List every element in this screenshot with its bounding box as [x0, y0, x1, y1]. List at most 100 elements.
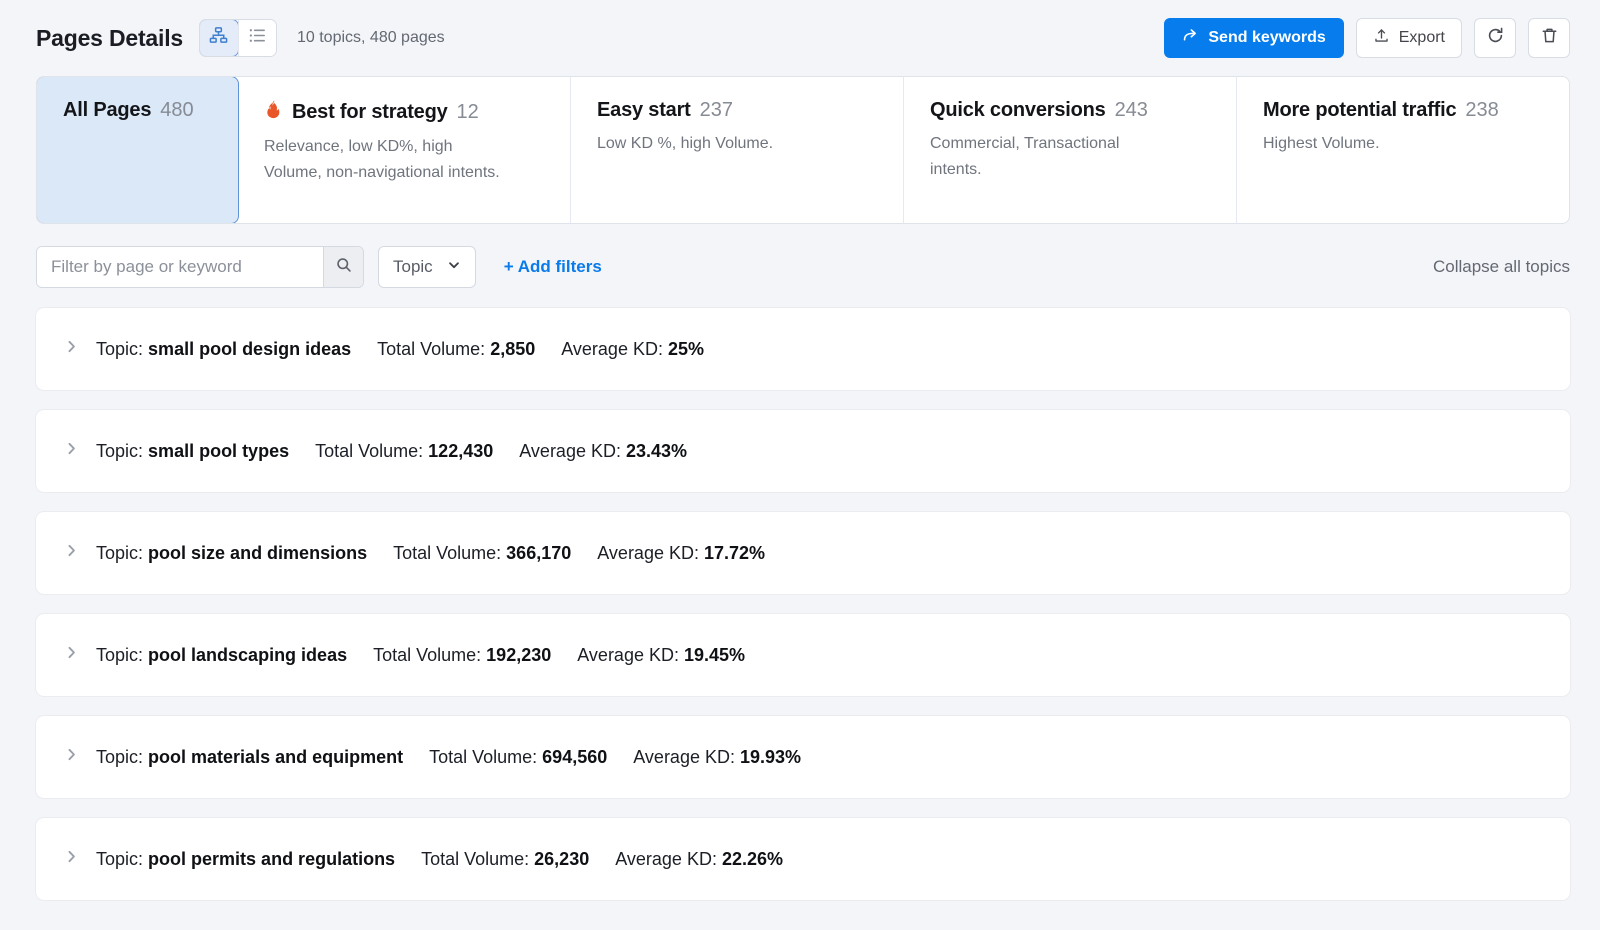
average-kd-value: 19.45% — [684, 644, 746, 665]
table-row[interactable]: Topic: pool landscaping ideas Total Volu… — [36, 614, 1570, 696]
sitemap-icon — [209, 26, 228, 50]
chevron-right-icon — [64, 849, 79, 869]
average-kd-prefix-label: Average KD: — [633, 746, 735, 767]
topic-summary: Topic: small pool design ideas Total Vol… — [96, 339, 704, 360]
topic-prefix-label: Topic: — [96, 338, 144, 359]
topic-name-value: pool landscaping ideas — [148, 644, 348, 665]
topic-name-value: pool size and dimensions — [148, 542, 368, 563]
average-kd-value: 17.72% — [704, 542, 766, 563]
topic-name-segment: Topic: small pool design ideas — [96, 339, 351, 360]
topic-filter-select[interactable]: Topic — [378, 246, 476, 288]
topic-summary: Topic: pool landscaping ideas Total Volu… — [96, 645, 745, 666]
expand-toggle[interactable] — [58, 543, 84, 563]
topic-prefix-label: Topic: — [96, 644, 144, 665]
average-kd-segment: Average KD: 19.93% — [633, 747, 801, 768]
expand-toggle[interactable] — [58, 645, 84, 665]
average-kd-value: 19.93% — [740, 746, 802, 767]
average-kd-segment: Average KD: 19.45% — [577, 645, 745, 666]
topic-prefix-label: Topic: — [96, 746, 144, 767]
tab-easy-start-head: Easy start 237 — [597, 99, 877, 122]
tab-all-pages-count: 480 — [160, 99, 194, 121]
total-volume-segment: Total Volume: 192,230 — [373, 645, 551, 666]
average-kd-segment: Average KD: 23.43% — [519, 441, 687, 462]
chevron-right-icon — [64, 543, 79, 563]
tab-best-for-strategy-head: Best for strategy 12 — [264, 99, 544, 125]
tab-more-potential-traffic-desc: Highest Volume. — [1263, 135, 1380, 152]
search-box — [36, 246, 364, 288]
upload-icon — [1373, 27, 1390, 49]
average-kd-value: 25% — [667, 338, 705, 359]
average-kd-prefix-label: Average KD: — [615, 848, 717, 869]
total-volume-value: 694,560 — [542, 746, 608, 767]
topic-name-value: small pool types — [148, 440, 290, 461]
topic-list: Topic: small pool design ideas Total Vol… — [36, 308, 1570, 900]
flame-icon — [264, 99, 283, 125]
tab-best-for-strategy-count: 12 — [456, 100, 479, 123]
tab-more-potential-traffic-count: 238 — [1465, 99, 1499, 121]
topic-name-value: small pool design ideas — [148, 338, 352, 359]
average-kd-segment: Average KD: 22.26% — [615, 849, 783, 870]
expand-toggle[interactable] — [58, 747, 84, 767]
tab-quick-conversions-head: Quick conversions 243 — [930, 99, 1210, 122]
topic-prefix-label: Topic: — [96, 440, 144, 461]
tab-more-potential-traffic[interactable]: More potential traffic 238 Highest Volum… — [1237, 77, 1569, 223]
table-row[interactable]: Topic: small pool types Total Volume: 12… — [36, 410, 1570, 492]
page-header: Pages Details 10 topics, 480 pages Send … — [0, 0, 1600, 72]
topic-prefix-label: Topic: — [96, 542, 144, 563]
tab-easy-start-count: 237 — [699, 99, 733, 121]
send-keywords-button[interactable]: Send keywords — [1164, 18, 1344, 58]
export-label: Export — [1398, 29, 1445, 46]
tab-best-for-strategy[interactable]: Best for strategy 12 Relevance, low KD%,… — [238, 77, 571, 223]
chevron-right-icon — [64, 645, 79, 665]
topic-name-segment: Topic: pool size and dimensions — [96, 543, 367, 564]
delete-button[interactable] — [1528, 18, 1570, 58]
topic-summary: Topic: pool permits and regulations Tota… — [96, 849, 783, 870]
search-button[interactable] — [323, 247, 363, 287]
tab-more-potential-traffic-head: More potential traffic 238 — [1263, 99, 1543, 122]
total-volume-prefix-label: Total Volume: — [393, 542, 502, 563]
average-kd-value: 23.43% — [626, 440, 688, 461]
table-row[interactable]: Topic: pool permits and regulations Tota… — [36, 818, 1570, 900]
total-volume-prefix-label: Total Volume: — [421, 848, 530, 869]
total-volume-prefix-label: Total Volume: — [373, 644, 482, 665]
total-volume-segment: Total Volume: 694,560 — [429, 747, 607, 768]
total-volume-value: 26,230 — [534, 848, 590, 869]
average-kd-prefix-label: Average KD: — [597, 542, 699, 563]
total-volume-segment: Total Volume: 2,850 — [377, 339, 535, 360]
expand-toggle[interactable] — [58, 339, 84, 359]
total-volume-value: 192,230 — [486, 644, 552, 665]
table-row[interactable]: Topic: pool materials and equipment Tota… — [36, 716, 1570, 798]
tab-quick-conversions-desc: Commercial, Transactional intents. — [930, 135, 1120, 178]
table-row[interactable]: Topic: small pool design ideas Total Vol… — [36, 308, 1570, 390]
topic-summary: Topic: pool materials and equipment Tota… — [96, 747, 801, 768]
topic-name-segment: Topic: pool landscaping ideas — [96, 645, 347, 666]
expand-toggle[interactable] — [58, 441, 84, 461]
add-filters-button[interactable]: + Add filters — [504, 257, 602, 277]
average-kd-segment: Average KD: 25% — [561, 339, 704, 360]
list-view-button[interactable] — [237, 20, 276, 56]
total-volume-segment: Total Volume: 122,430 — [315, 441, 493, 462]
share-arrow-icon — [1182, 27, 1199, 49]
topic-name-segment: Topic: small pool types — [96, 441, 289, 462]
expand-toggle[interactable] — [58, 849, 84, 869]
tab-quick-conversions[interactable]: Quick conversions 243 Commercial, Transa… — [904, 77, 1237, 223]
total-volume-prefix-label: Total Volume: — [429, 746, 538, 767]
collapse-all-topics-button[interactable]: Collapse all topics — [1433, 257, 1570, 277]
list-icon — [248, 26, 267, 50]
topic-name-value: pool permits and regulations — [148, 848, 396, 869]
tab-easy-start[interactable]: Easy start 237 Low KD %, high Volume. — [571, 77, 904, 223]
search-icon — [335, 256, 353, 279]
topic-name-value: pool materials and equipment — [148, 746, 404, 767]
search-input[interactable] — [37, 247, 323, 287]
export-button[interactable]: Export — [1355, 18, 1462, 58]
table-row[interactable]: Topic: pool size and dimensions Total Vo… — [36, 512, 1570, 594]
tab-all-pages[interactable]: All Pages 480 — [37, 77, 239, 223]
average-kd-prefix-label: Average KD: — [561, 338, 663, 359]
tab-quick-conversions-title: Quick conversions — [930, 99, 1106, 121]
view-toggle-group — [198, 19, 277, 57]
hierarchy-view-button[interactable] — [199, 20, 239, 56]
total-volume-segment: Total Volume: 366,170 — [393, 543, 571, 564]
average-kd-prefix-label: Average KD: — [519, 440, 621, 461]
refresh-button[interactable] — [1474, 18, 1516, 58]
tab-all-pages-title: All Pages — [63, 99, 152, 121]
